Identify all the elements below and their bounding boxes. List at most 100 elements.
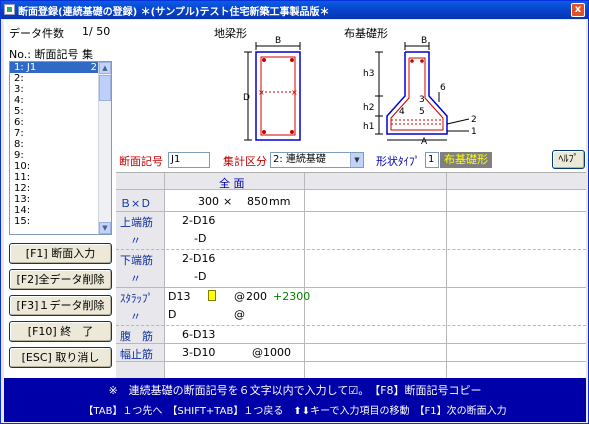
shape-name-display: 布基礎形 bbox=[440, 152, 492, 168]
footing-label-3: 3 bbox=[419, 95, 425, 105]
list-item-label: 10: bbox=[14, 161, 31, 172]
svg-text:×: × bbox=[291, 88, 298, 97]
footing-label-a: A bbox=[421, 137, 428, 146]
bxd-d-value[interactable]: 850 bbox=[247, 195, 268, 208]
list-item[interactable]: 9: bbox=[10, 150, 99, 161]
shape-type-input[interactable]: 1 bbox=[425, 152, 439, 168]
list-item-count: 2 bbox=[90, 62, 97, 73]
footing-label-2: 2 bbox=[471, 115, 477, 125]
row-label-bottom-bars-sub: 〃 bbox=[130, 272, 141, 285]
list-item-label: 14: bbox=[14, 205, 31, 216]
list-rows: 1: J1 2 2: 3: 4: 5: 6: 7: 8: 9: 10: 11: 12: 13: 14: 15: bbox=[10, 62, 99, 227]
row-divider bbox=[116, 361, 586, 362]
top-bars-value-2[interactable]: -D bbox=[194, 232, 206, 245]
section-listbox[interactable]: 1: J1 2 2: 3: 4: 5: 6: 7: 8: 9: 10: 11: 12: 13: 14: 15:… bbox=[9, 61, 112, 235]
stirrup-bar[interactable]: D13 bbox=[168, 290, 190, 303]
row-label-bxd: Ｂ×Ｄ bbox=[120, 197, 152, 210]
row-label-stirrup-sub: 〃 bbox=[130, 310, 141, 323]
row-divider bbox=[116, 325, 586, 326]
list-item-label: 13: bbox=[14, 194, 31, 205]
shape-type-label: 形状ﾀｲﾌﾟ bbox=[376, 155, 420, 168]
row-label-web-bars: 腹 筋 bbox=[120, 330, 153, 343]
bxd-b-value[interactable]: 300 bbox=[198, 195, 219, 208]
title-bar[interactable]: 断面登録(連続基礎の登録) ＊(サンプル)テスト住宅新築工事製品版＊ x bbox=[1, 1, 588, 19]
list-item[interactable]: 3: bbox=[10, 84, 99, 95]
list-item[interactable]: 2: bbox=[10, 73, 99, 84]
list-scrollbar[interactable]: ▲ ▼ bbox=[98, 62, 111, 234]
svg-text:×: × bbox=[258, 88, 265, 97]
width-stop-pitch[interactable]: @1000 bbox=[252, 346, 291, 359]
row-divider bbox=[116, 343, 586, 344]
application-window: 断面登録(連続基礎の登録) ＊(サンプル)テスト住宅新築工事製品版＊ x データ… bbox=[0, 0, 589, 424]
footing-label-b: B bbox=[421, 36, 427, 46]
row-divider bbox=[116, 211, 586, 212]
list-item[interactable]: 8: bbox=[10, 139, 99, 150]
esc-cancel-button[interactable]: [ESC] 取り消し bbox=[9, 347, 112, 368]
f10-exit-button[interactable]: [F10] 終 了 bbox=[9, 321, 112, 342]
chevron-down-icon[interactable]: ▼ bbox=[350, 153, 363, 167]
list-item-label: 2: bbox=[14, 73, 24, 84]
bxd-unit: mm bbox=[269, 195, 291, 208]
grid-header-blank bbox=[304, 173, 586, 189]
status-bar: ※ 連続基礎の断面記号を６文字以内で入力して☑。 【F8】断面記号コピー 【TA… bbox=[4, 378, 586, 422]
f1-section-input-button[interactable]: [F1] 断面入力 bbox=[9, 243, 112, 264]
data-count-value: 1/ 50 bbox=[82, 25, 111, 38]
footing-label-1: 1 bbox=[471, 127, 477, 137]
rebar-grid: 全 面 Ｂ×Ｄ 300 × 850 mm 上端筋 2-D16 〃 -D 下端筋 bbox=[116, 172, 586, 383]
section-code-input[interactable]: J1 bbox=[168, 152, 210, 168]
section-code-value: J1 bbox=[171, 154, 181, 165]
list-item[interactable]: 12: bbox=[10, 183, 99, 194]
f2-delete-all-button[interactable]: [F2]全データ削除 bbox=[9, 269, 112, 290]
footing-label-h3: h3 bbox=[363, 69, 374, 79]
list-item[interactable]: 13: bbox=[10, 194, 99, 205]
cursor-caret bbox=[208, 290, 216, 301]
footing-section-diagram: B h3 h2 h1 3 5 4 6 2 1 A bbox=[363, 36, 477, 146]
list-item[interactable]: 10: bbox=[10, 161, 99, 172]
row-divider bbox=[116, 249, 586, 250]
row-label-top-bars-sub: 〃 bbox=[130, 234, 141, 247]
help-button[interactable]: ﾍﾙﾌﾟ bbox=[552, 150, 585, 169]
window-title: 断面登録(連続基礎の登録) ＊(サンプル)テスト住宅新築工事製品版＊ bbox=[18, 7, 330, 18]
category-label: 集計区分 bbox=[223, 155, 267, 168]
status-line-1: ※ 連続基礎の断面記号を６文字以内で入力して☑。 【F8】断面記号コピー bbox=[108, 384, 482, 397]
category-select[interactable]: 2: 連続基礎 ▼ bbox=[270, 152, 364, 168]
list-item[interactable]: 4: bbox=[10, 95, 99, 106]
stirrup-bar-2[interactable]: D bbox=[168, 308, 176, 321]
row-label-top-bars: 上端筋 bbox=[120, 216, 153, 229]
row-divider bbox=[116, 189, 586, 190]
footing-label-5: 5 bbox=[419, 107, 425, 117]
web-bars-value[interactable]: 6-D13 bbox=[182, 328, 215, 341]
list-item[interactable]: 11: bbox=[10, 172, 99, 183]
stirrup-pitch[interactable]: 200 bbox=[246, 290, 267, 303]
bottom-bars-value-2[interactable]: -D bbox=[194, 270, 206, 283]
footing-label-6: 6 bbox=[440, 83, 446, 93]
list-item[interactable]: 7: bbox=[10, 128, 99, 139]
f3-delete-one-button[interactable]: [F3]１データ削除 bbox=[9, 295, 112, 316]
beam-label-d: D bbox=[243, 93, 250, 103]
list-item-label: 15: bbox=[14, 216, 31, 227]
app-icon bbox=[4, 4, 15, 15]
list-item[interactable]: 5: bbox=[10, 106, 99, 117]
top-bars-value[interactable]: 2-D16 bbox=[182, 214, 215, 227]
shape-type-value: 1 bbox=[428, 154, 435, 165]
list-item-label: 5: bbox=[14, 106, 24, 117]
list-item[interactable]: 1: J1 2 bbox=[10, 62, 99, 73]
close-button[interactable]: x bbox=[571, 3, 585, 17]
section-code-label: 断面記号 bbox=[119, 155, 163, 168]
beam-section-diagram: B D × × bbox=[243, 36, 301, 141]
scroll-down-button[interactable]: ▼ bbox=[99, 222, 111, 234]
list-item[interactable]: 14: bbox=[10, 205, 99, 216]
stirrup-at: @ bbox=[234, 290, 245, 303]
data-count-label: データ件数 bbox=[9, 27, 64, 40]
scroll-up-button[interactable]: ▲ bbox=[99, 62, 111, 74]
list-item-label: 7: bbox=[14, 128, 24, 139]
scroll-thumb[interactable] bbox=[99, 75, 111, 101]
footing-label-h2: h2 bbox=[363, 103, 374, 113]
list-item-label: 6: bbox=[14, 117, 24, 128]
bottom-bars-value[interactable]: 2-D16 bbox=[182, 252, 215, 265]
list-item[interactable]: 15: bbox=[10, 216, 99, 227]
row-label-stirrup: ｽﾀﾗｯﾌﾟ bbox=[120, 292, 153, 305]
beam-label-b: B bbox=[275, 36, 281, 46]
width-stop-value[interactable]: 3-D10 bbox=[182, 346, 215, 359]
list-item[interactable]: 6: bbox=[10, 117, 99, 128]
